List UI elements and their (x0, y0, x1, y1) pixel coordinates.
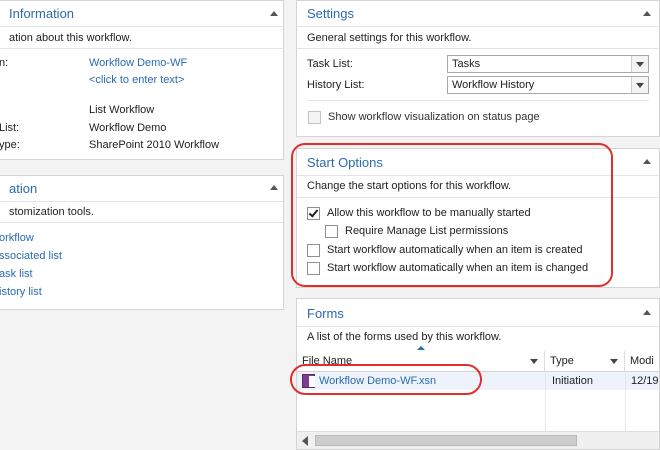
info-label-list: List: (0, 122, 20, 134)
show-visualization-checkbox[interactable] (308, 111, 321, 124)
settings-panel: Settings General settings for this workf… (296, 0, 660, 137)
horizontal-scrollbar[interactable] (297, 431, 659, 449)
info-label-name: n: (0, 57, 9, 69)
history-list-select[interactable]: Workflow History (447, 76, 649, 94)
form-modified-cell: 12/19 (631, 375, 659, 387)
form-file-highlight (290, 364, 482, 395)
info-value-platform: SharePoint 2010 Workflow (89, 139, 220, 151)
forms-description: A list of the forms used by this workflo… (307, 331, 502, 343)
chevron-down-icon[interactable] (631, 77, 648, 93)
collapse-arrow-icon[interactable] (643, 11, 651, 16)
sort-indicator-icon (417, 346, 425, 350)
scroll-left-icon[interactable] (302, 436, 308, 446)
task-list-value: Tasks (452, 58, 481, 70)
customization-description: stomization tools. (9, 206, 94, 218)
open-history-list-link[interactable]: istory list (0, 286, 42, 298)
edit-workflow-link[interactable]: orkflow (0, 232, 34, 244)
history-list-label: History List: (307, 79, 365, 91)
collapse-arrow-icon[interactable] (270, 185, 278, 190)
column-type-label: Type (550, 355, 574, 367)
column-header-modified[interactable]: Modi (625, 351, 659, 371)
settings-description: General settings for this workflow. (307, 32, 472, 44)
info-value-type: List Workflow (89, 104, 155, 116)
information-panel: Information ation about this workflow. n… (0, 0, 284, 160)
form-type-cell: Initiation (552, 375, 593, 387)
customization-panel: ation stomization tools. orkflow ssociat… (0, 175, 284, 310)
info-value-list: Workflow Demo (89, 122, 167, 134)
settings-title: Settings (307, 6, 354, 21)
scrollbar-thumb[interactable] (315, 435, 577, 446)
customization-title: ation (9, 181, 38, 196)
information-description: ation about this workflow. (9, 32, 132, 44)
info-value-name[interactable]: Workflow Demo-WF (89, 57, 187, 69)
open-task-list-link[interactable]: ask list (0, 268, 33, 280)
info-value-description[interactable]: <click to enter text> (89, 74, 184, 86)
task-list-label: Task List: (307, 58, 353, 70)
chevron-down-icon[interactable] (610, 359, 618, 364)
history-list-value: Workflow History (452, 79, 535, 91)
chevron-down-icon[interactable] (530, 359, 538, 364)
show-visualization-label: Show workflow visualization on status pa… (328, 111, 540, 123)
chevron-down-icon[interactable] (631, 56, 648, 72)
forms-title: Forms (307, 306, 344, 321)
information-title: Information (9, 6, 75, 21)
task-list-select[interactable]: Tasks (447, 55, 649, 73)
collapse-arrow-icon[interactable] (270, 11, 278, 16)
info-label-platform: ype: (0, 139, 20, 151)
collapse-arrow-icon[interactable] (643, 159, 651, 164)
start-options-highlight (291, 143, 613, 287)
collapse-arrow-icon[interactable] (643, 310, 651, 315)
open-associated-list-link[interactable]: ssociated list (0, 250, 62, 262)
column-modified-label: Modi (630, 355, 654, 367)
column-header-type[interactable]: Type (545, 351, 625, 371)
